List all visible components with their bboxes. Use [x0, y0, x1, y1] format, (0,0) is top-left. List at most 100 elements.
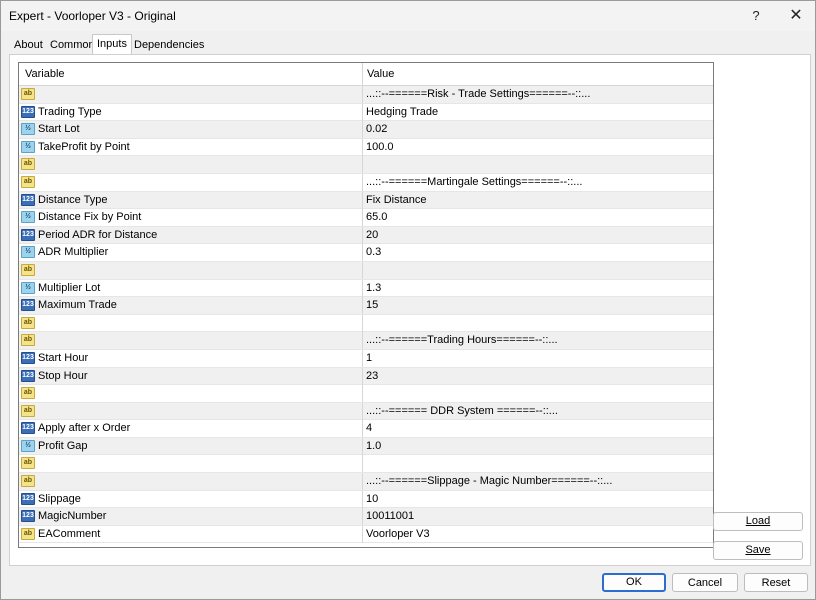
table-row[interactable]: ab ...::--======Trading Hours======--::..…	[19, 332, 713, 350]
string-type-icon: ab	[21, 175, 35, 188]
value-cell[interactable]	[362, 156, 713, 174]
value-cell[interactable]: ...::--======Trading Hours======--::...	[362, 332, 713, 350]
value-cell[interactable]	[362, 455, 713, 473]
variable-cell: ab	[19, 262, 362, 279]
double-type-icon: ½	[21, 140, 35, 153]
variable-cell: ½ Profit Gap	[19, 438, 362, 455]
value-cell[interactable]: 1.0	[362, 437, 713, 455]
inputs-grid: Variable Value ab ...::--======Risk - Tra…	[18, 62, 714, 548]
cancel-button[interactable]: Cancel	[672, 573, 738, 592]
table-row[interactable]: 123 Apply after x Order 4	[19, 420, 713, 438]
variable-cell: 123 Stop Hour	[19, 368, 362, 385]
table-row[interactable]: ab ...::--======Risk - Trade Settings====…	[19, 86, 713, 104]
value-cell[interactable]: ...::--======Slippage - Magic Number====…	[362, 473, 713, 491]
value-cell[interactable]	[362, 385, 713, 403]
variable-name: Apply after x Order	[38, 422, 131, 435]
integer-type-icon: 123	[21, 492, 35, 505]
value-cell[interactable]: ...::--======Risk - Trade Settings======…	[362, 86, 713, 103]
double-type-icon: ½	[21, 123, 35, 136]
table-row[interactable]: ab	[19, 455, 713, 474]
value-cell[interactable]: 1.3	[362, 279, 713, 297]
table-row[interactable]: ½ Distance Fix by Point 65.0	[19, 209, 713, 227]
value-cell[interactable]: 0.02	[362, 121, 713, 139]
variable-cell: 123 Start Hour	[19, 350, 362, 367]
value-cell[interactable]: Voorloper V3	[362, 525, 713, 543]
table-row[interactable]: 123 Start Hour 1	[19, 349, 713, 368]
table-row[interactable]: ½ ADR Multiplier 0.3	[19, 244, 713, 262]
variable-name: Profit Gap	[38, 439, 88, 452]
table-row[interactable]: 123 Stop Hour 23	[19, 367, 713, 386]
help-button[interactable]: ?	[739, 3, 773, 29]
reset-button[interactable]: Reset	[744, 573, 808, 592]
string-type-icon: ab	[21, 263, 35, 276]
table-row[interactable]: ab EAComment Voorloper V3	[19, 525, 713, 544]
load-button[interactable]: Load	[713, 512, 803, 531]
integer-type-icon: 123	[21, 422, 35, 435]
table-row[interactable]: ab	[19, 156, 713, 174]
variable-name: Trading Type	[38, 105, 102, 118]
table-row[interactable]: ab ...::--====== DDR System ======--::...	[19, 402, 713, 421]
table-row[interactable]: 123 Maximum Trade 15	[19, 297, 713, 315]
value-cell[interactable]: 0.3	[362, 244, 713, 262]
string-type-icon: ab	[21, 404, 35, 417]
string-type-icon: ab	[21, 457, 35, 470]
table-row[interactable]: ½ TakeProfit by Point 100.0	[19, 138, 713, 157]
string-type-icon: ab	[21, 158, 35, 171]
value-cell[interactable]: 1	[362, 349, 713, 367]
value-cell[interactable]: 4	[362, 420, 713, 438]
table-row[interactable]: ab	[19, 261, 713, 280]
title-bar: Expert - Voorloper V3 - Original ? ✕	[1, 1, 815, 31]
value-cell[interactable]: 65.0	[362, 209, 713, 227]
variable-cell: 123 MagicNumber	[19, 508, 362, 525]
table-row[interactable]: 123 Trading Type Hedging Trade	[19, 103, 713, 122]
integer-type-icon: 123	[21, 105, 35, 118]
table-row[interactable]: ab ...::--======Slippage - Magic Number==…	[19, 473, 713, 491]
value-cell[interactable]	[362, 261, 713, 279]
variable-name: EAComment	[38, 527, 101, 540]
column-header-variable[interactable]: Variable	[25, 63, 65, 85]
tab-dependencies[interactable]: Dependencies	[129, 36, 209, 54]
close-button[interactable]: ✕	[779, 3, 813, 29]
string-type-icon: ab	[21, 88, 35, 100]
variable-cell: ½ Distance Fix by Point	[19, 209, 362, 226]
table-row[interactable]: 123 MagicNumber 10011001	[19, 508, 713, 526]
table-row[interactable]: 123 Period ADR for Distance 20	[19, 226, 713, 245]
table-row[interactable]: ½ Profit Gap 1.0	[19, 437, 713, 456]
variable-cell: ab	[19, 385, 362, 402]
value-cell[interactable]: 10011001	[362, 508, 713, 526]
ok-button[interactable]: OK	[602, 573, 666, 592]
column-separator[interactable]	[362, 63, 363, 85]
table-row[interactable]: 123 Slippage 10	[19, 490, 713, 509]
table-row[interactable]: 123 Distance Type Fix Distance	[19, 191, 713, 210]
value-cell[interactable]: ...::--======Martingale Settings======--…	[362, 173, 713, 191]
value-cell[interactable]: ...::--====== DDR System ======--::...	[362, 402, 713, 420]
value-cell[interactable]: 23	[362, 367, 713, 385]
table-row[interactable]: ab ...::--======Martingale Settings======…	[19, 173, 713, 192]
value-cell[interactable]: 100.0	[362, 138, 713, 156]
save-button[interactable]: Save	[713, 541, 803, 560]
value-cell[interactable]: Fix Distance	[362, 191, 713, 209]
variable-name: Stop Hour	[38, 369, 88, 382]
column-header-value[interactable]: Value	[367, 63, 394, 85]
integer-type-icon: 123	[21, 510, 35, 523]
double-type-icon: ½	[21, 439, 35, 452]
table-row[interactable]: ½ Multiplier Lot 1.3	[19, 279, 713, 298]
tab-inputs[interactable]: Inputs	[92, 34, 132, 55]
table-row[interactable]: ab	[19, 385, 713, 403]
value-cell[interactable]: 20	[362, 226, 713, 244]
integer-type-icon: 123	[21, 351, 35, 364]
expert-dialog: Expert - Voorloper V3 - Original ? ✕ Abo…	[0, 0, 816, 600]
variable-cell: ½ ADR Multiplier	[19, 244, 362, 261]
variable-cell: 123 Maximum Trade	[19, 297, 362, 314]
value-cell[interactable]: Hedging Trade	[362, 103, 713, 121]
value-cell[interactable]: 10	[362, 490, 713, 508]
value-cell[interactable]: 15	[362, 297, 713, 315]
table-row[interactable]: ab	[19, 314, 713, 333]
table-row[interactable]: ½ Start Lot 0.02	[19, 121, 713, 139]
variable-name: Period ADR for Distance	[38, 228, 158, 241]
variable-name: Multiplier Lot	[38, 281, 101, 294]
tab-about[interactable]: About	[9, 36, 48, 54]
value-cell[interactable]	[362, 314, 713, 332]
variable-cell: 123 Apply after x Order	[19, 420, 362, 437]
double-type-icon: ½	[21, 246, 35, 259]
